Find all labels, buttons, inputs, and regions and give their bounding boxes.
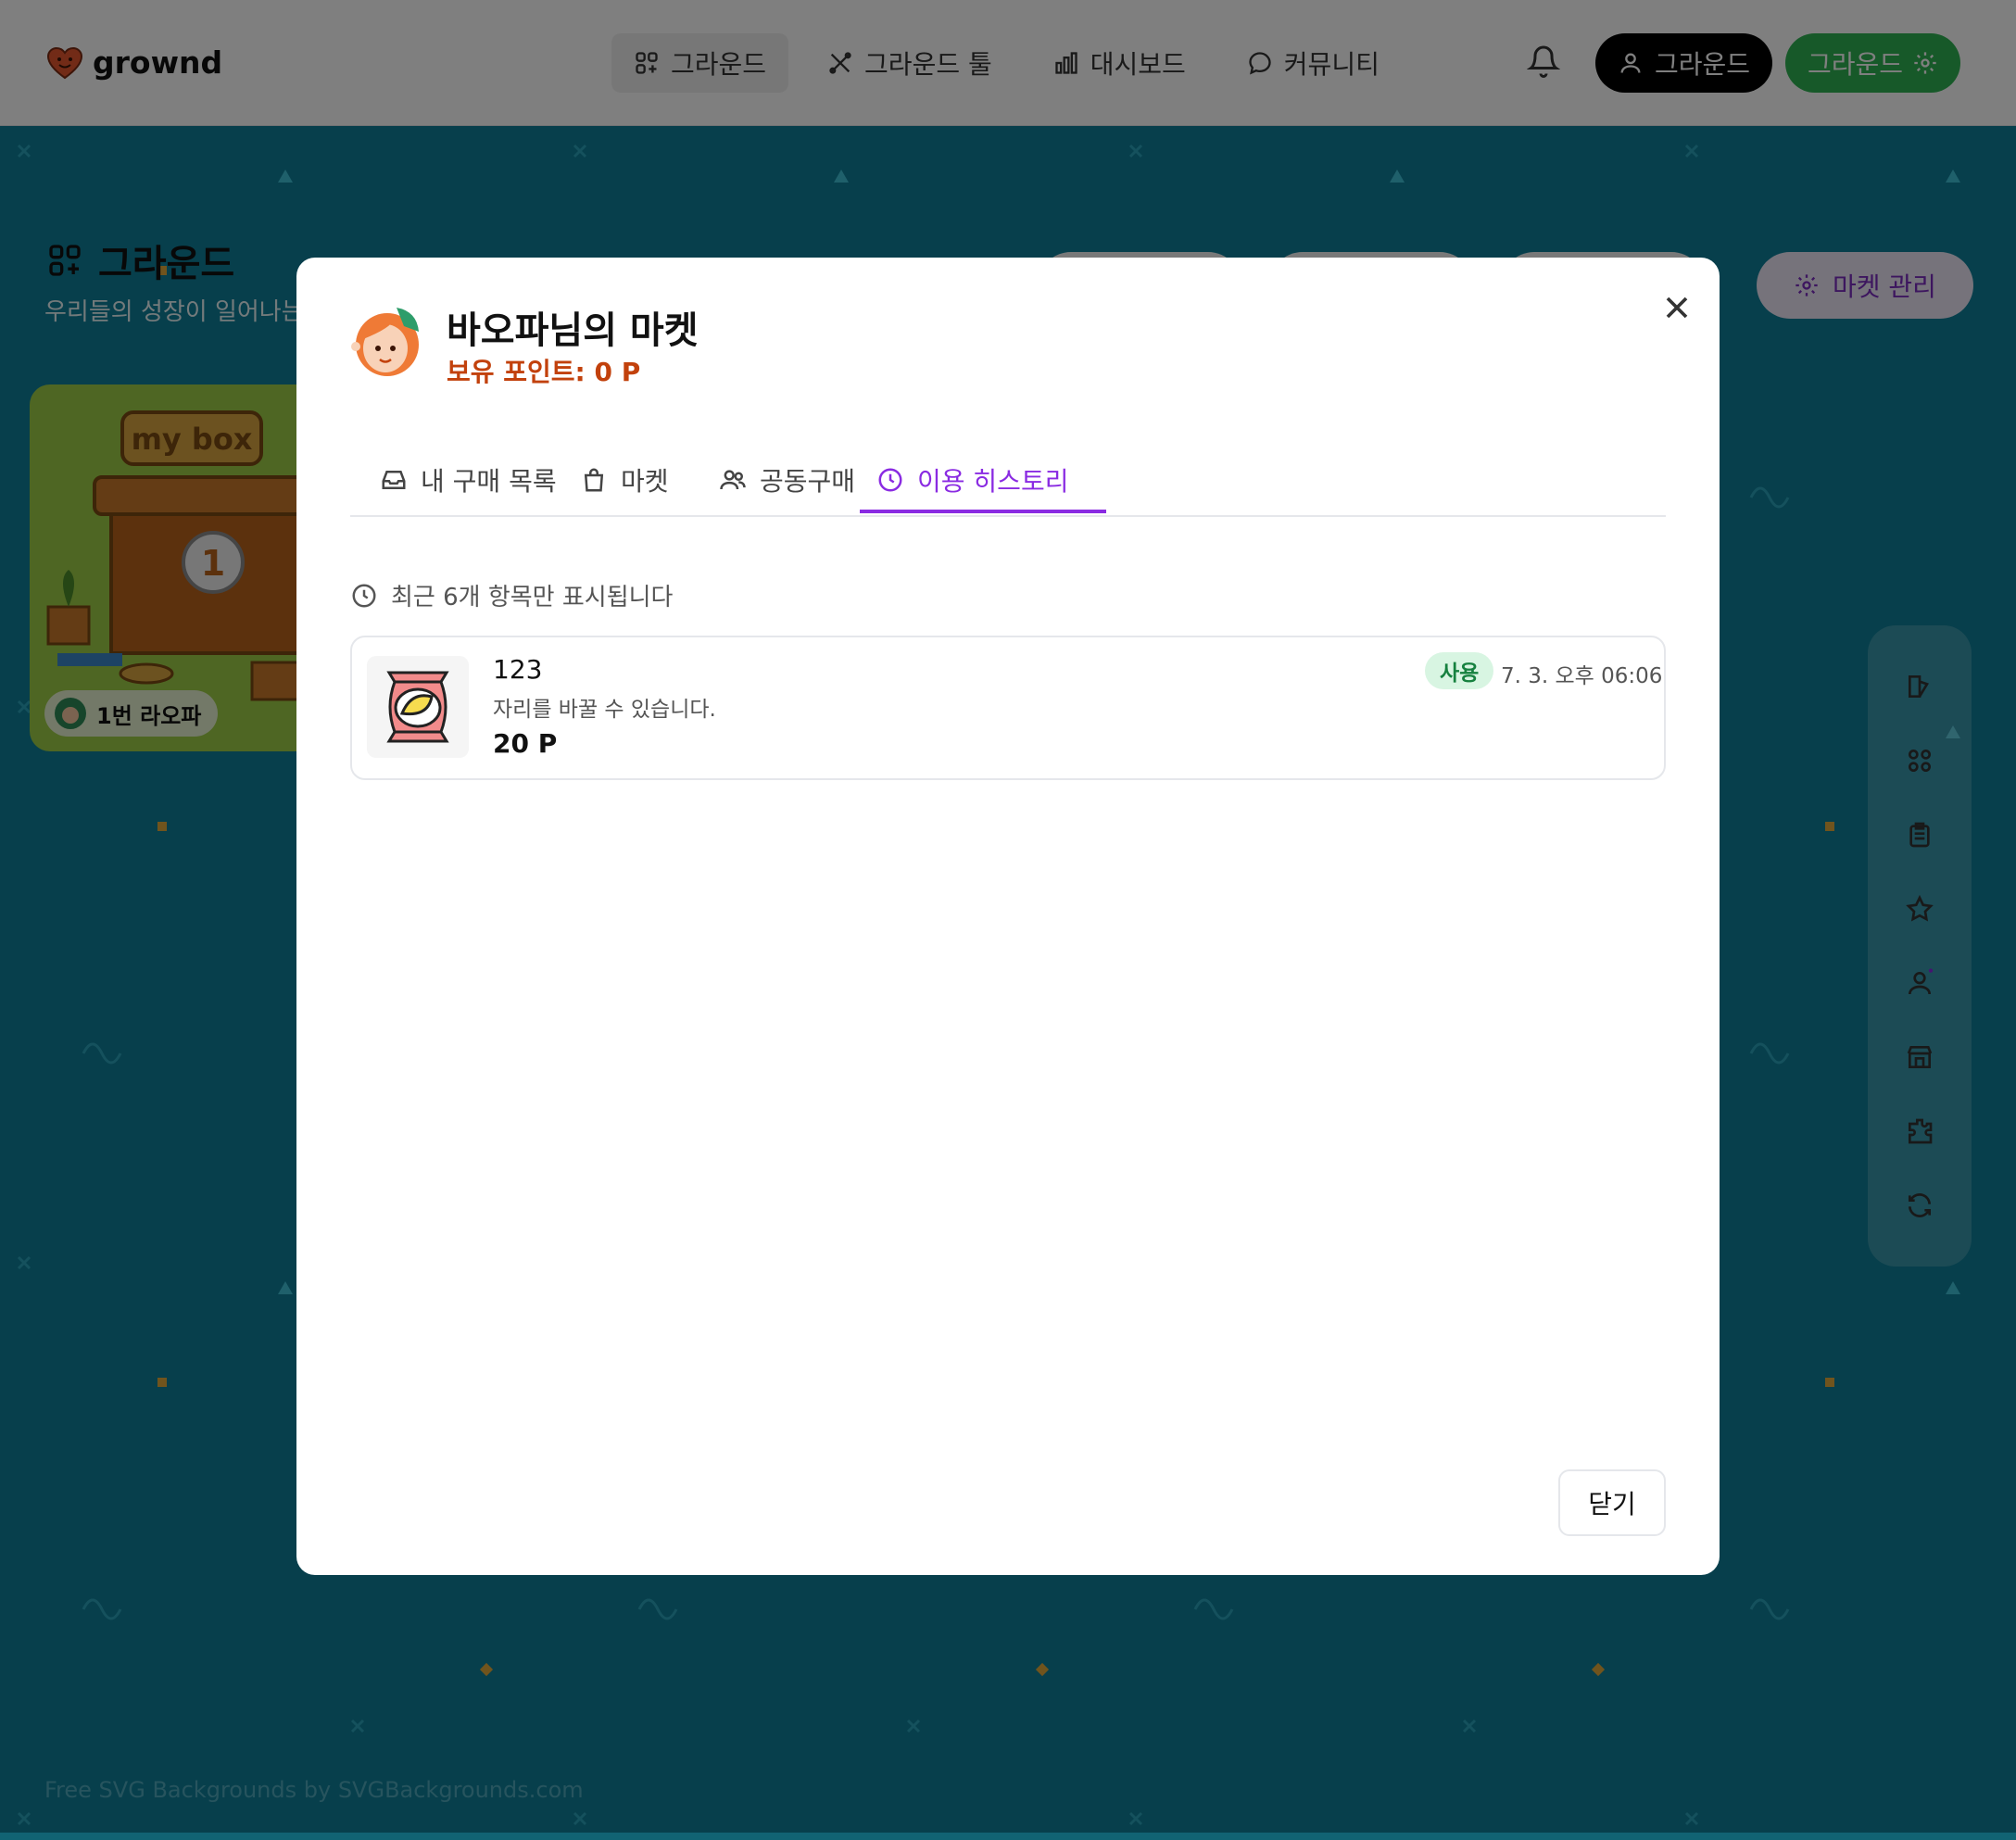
item-thumbnail [367,656,469,758]
tab-group-buy[interactable]: 공동구매 [719,443,855,517]
notice-text: 최근 6개 항목만 표시됩니다 [391,584,674,611]
history-notice: 최근 6개 항목만 표시됩니다 [350,578,673,612]
modal-title: 바오파님의 마켓 [447,309,699,352]
users-icon [720,470,746,490]
market-modal: 바오파님의 마켓 보유 포인트: 0 P 내 구매 목록 마켓 공동구매 이용 … [296,258,1720,1575]
shopping-bag-icon [584,468,604,492]
close-button[interactable]: 닫기 [1558,1469,1666,1536]
close-icon[interactable] [1658,289,1695,326]
tab-label: 이용 히스토리 [917,466,1069,497]
item-timestamp: 7. 3. 오후 06:06 [1501,664,1663,688]
active-tab-indicator [860,510,1106,513]
clock-icon [878,468,902,492]
tab-market[interactable]: 마켓 [580,443,669,517]
history-item[interactable]: 123 자리를 바꿀 수 있습니다. 20 P 사용 7. 3. 오후 06:0… [350,636,1666,780]
status-badge: 사용 [1425,652,1494,689]
item-name: 123 [493,654,543,685]
avatar [351,308,419,376]
item-price: 20 P [493,728,558,759]
modal-tabs: 내 구매 목록 마켓 공동구매 이용 히스토리 [350,443,1666,517]
tab-label: 마켓 [621,466,669,497]
inbox-icon [382,471,406,489]
clock-icon [352,584,376,607]
snack-bag-icon [386,671,449,743]
item-description: 자리를 바꿀 수 있습니다. [493,698,716,722]
tab-my-purchases[interactable]: 내 구매 목록 [380,443,557,517]
tab-usage-history[interactable]: 이용 히스토리 [876,443,1068,517]
points-balance: 보유 포인트: 0 P [447,357,641,387]
tab-label: 내 구매 목록 [421,466,557,497]
tab-label: 공동구매 [760,466,856,497]
